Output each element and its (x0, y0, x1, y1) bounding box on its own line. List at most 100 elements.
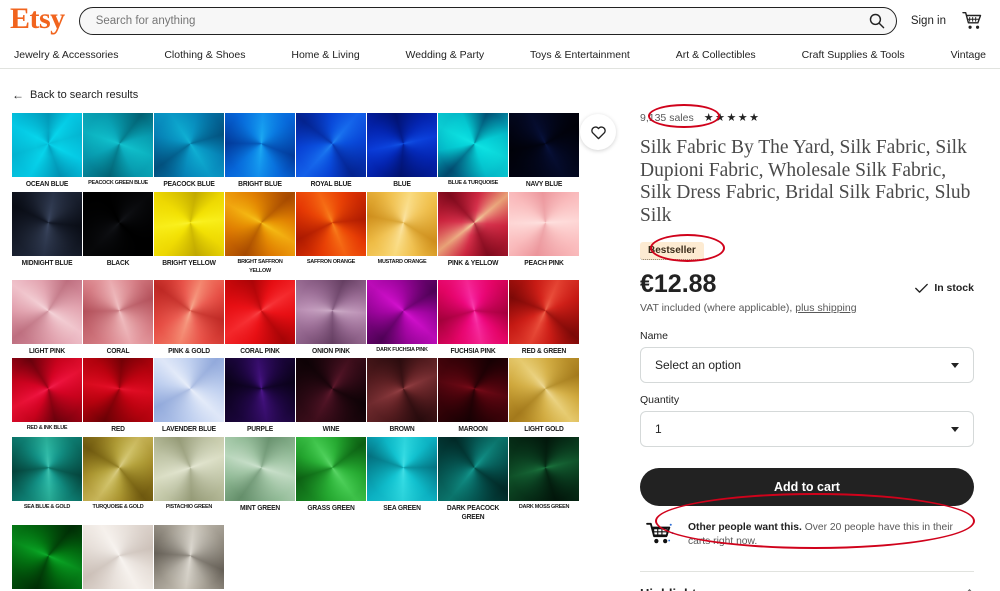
swatch-thumbnail (154, 279, 224, 344)
color-swatch[interactable]: GREY (154, 524, 224, 591)
back-to-search-results-link[interactable]: ← Back to search results (12, 89, 138, 101)
highlights-title: Highlights (640, 586, 704, 591)
page-title: Silk Fabric By The Yard, Silk Fabric, Si… (640, 137, 971, 226)
swatch-label: TURQUOISE & GOLD (92, 503, 144, 510)
nav-item-jewelry-accessories[interactable]: Jewelry & Accessories (14, 49, 118, 61)
color-swatch[interactable]: MIDNIGHT BLUE (12, 191, 82, 280)
nav-item-craft-supplies-tools[interactable]: Craft Supplies & Tools (802, 49, 905, 61)
swatch-label: BRIGHT YELLOW (162, 257, 216, 267)
swatch-thumbnail (296, 113, 366, 177)
back-bar: ← Back to search results (0, 69, 1000, 109)
color-swatch[interactable]: RED & GREEN (509, 279, 579, 359)
nav-item-toys-entertainment[interactable]: Toys & Entertainment (530, 49, 630, 61)
color-swatch[interactable]: RED & INK BLUE (12, 358, 82, 437)
color-swatch[interactable]: BLUE & TURQUOISE (438, 113, 508, 192)
color-swatch[interactable]: ROYAL BLUE (296, 113, 366, 192)
nav-item-vintage[interactable]: Vintage (951, 49, 986, 61)
swatch-thumbnail (12, 113, 82, 177)
chevron-down-icon (951, 362, 959, 368)
color-swatch[interactable]: DARK MOSS GREEN (509, 436, 579, 525)
color-swatch[interactable]: MAROON (438, 358, 508, 437)
plus-shipping-link[interactable]: plus shipping (795, 302, 856, 314)
status-badge[interactable]: Bestseller (640, 242, 704, 260)
swatch-label: SAFFRON ORANGE (306, 258, 356, 265)
color-swatch[interactable]: DARK FUCHSIA PINK (367, 279, 437, 359)
cart-button[interactable] (960, 8, 986, 34)
swatch-label: CORAL PINK (240, 345, 280, 355)
check-icon (915, 283, 929, 293)
color-swatch[interactable]: PURPLE (225, 358, 295, 437)
nav-item-wedding-party[interactable]: Wedding & Party (406, 49, 485, 61)
color-swatch[interactable]: CORAL (83, 279, 153, 359)
stock-status: In stock (915, 282, 974, 297)
site-header: Etsy Sign in (0, 0, 1000, 41)
name-select[interactable]: Select an option (640, 347, 974, 383)
color-swatch[interactable]: DARK PEACOCK GREEN (438, 436, 508, 525)
color-swatch[interactable]: BRIGHT YELLOW (154, 191, 224, 280)
favorite-button[interactable] (580, 114, 616, 150)
chevron-down-icon (951, 426, 959, 432)
quantity-select[interactable]: 1 (640, 411, 974, 447)
color-swatch[interactable]: SAFFRON ORANGE (296, 191, 366, 280)
highlights-section-header[interactable]: Highlights (640, 571, 976, 591)
product-gallery: OCEAN BLUE PEACOCK GREEN BLUE PEACOCK BLUE… (0, 109, 640, 591)
color-swatch[interactable]: NAVY BLUE (509, 113, 579, 192)
color-swatch[interactable]: TURQUOISE & GOLD (83, 436, 153, 525)
swatch-thumbnail (296, 436, 366, 501)
star-rating[interactable]: ★★★★★ (704, 112, 761, 124)
swatch-thumbnail (438, 191, 508, 256)
urgency-banner: Other people want this. Over 20 people h… (640, 519, 974, 549)
swatch-thumbnail (83, 436, 153, 501)
nav-item-art-collectibles[interactable]: Art & Collectibles (676, 49, 756, 61)
color-swatch[interactable]: PISTACHIO GREEN (154, 436, 224, 525)
etsy-logo[interactable]: Etsy (10, 4, 65, 37)
search-input[interactable] (78, 6, 897, 35)
color-swatch[interactable]: BRIGHT BLUE (225, 113, 295, 192)
color-swatch[interactable]: FOREST GREEN (12, 524, 82, 591)
vat-text: VAT included (where applicable), (640, 302, 796, 314)
color-swatch[interactable]: PINK & YELLOW (438, 191, 508, 280)
swatch-thumbnail (83, 113, 153, 177)
color-swatch[interactable]: SEA BLUE & GOLD (12, 436, 82, 525)
color-swatch[interactable]: SEA GREEN (367, 436, 437, 525)
color-swatch[interactable]: LAVENDER BLUE (154, 358, 224, 437)
color-swatch[interactable]: IVORY (83, 524, 153, 591)
color-swatch[interactable]: OCEAN BLUE (12, 113, 82, 192)
color-swatch[interactable]: LIGHT PINK (12, 279, 82, 359)
color-swatch[interactable]: PEACH PINK (509, 191, 579, 280)
swatch-label: LAVENDER BLUE (162, 424, 216, 433)
swatch-thumbnail (154, 191, 224, 256)
color-swatch[interactable]: BLACK (83, 191, 153, 280)
swatch-thumbnail (154, 113, 224, 177)
color-swatch[interactable]: ONION PINK (296, 279, 366, 359)
color-swatch[interactable]: MINT GREEN (225, 436, 295, 525)
arrow-left-icon: ← (12, 88, 24, 102)
color-swatch[interactable]: FUCHSIA PINK (438, 279, 508, 359)
color-swatch[interactable]: PEACOCK GREEN BLUE (83, 113, 153, 192)
color-swatch[interactable]: RED (83, 358, 153, 437)
sales-count[interactable]: 9,135 sales (640, 112, 694, 124)
add-to-cart-button[interactable]: Add to cart (640, 468, 974, 506)
swatch-label: PINK & YELLOW (447, 257, 499, 267)
color-swatch[interactable]: WINE (296, 358, 366, 437)
swatch-label: OCEAN BLUE (25, 179, 69, 188)
color-swatch[interactable]: MUSTARD ORANGE (367, 191, 437, 280)
nav-item-home-living[interactable]: Home & Living (291, 49, 359, 61)
nav-item-clothing-shoes[interactable]: Clothing & Shoes (164, 49, 245, 61)
color-swatch[interactable]: BRIGHT SAFFRON YELLOW (225, 191, 295, 280)
color-swatch[interactable]: LIGHT GOLD (509, 358, 579, 437)
color-swatch[interactable]: PINK & GOLD (154, 279, 224, 359)
quantity-select-value: 1 (655, 422, 662, 436)
search-container (78, 6, 897, 35)
swatch-thumbnail (296, 279, 366, 344)
search-button[interactable] (865, 9, 889, 33)
swatch-label: PURPLE (246, 424, 274, 433)
color-swatch[interactable]: BROWN (367, 358, 437, 437)
color-swatch[interactable]: BLUE (367, 113, 437, 192)
swatch-label: PISTACHIO GREEN (165, 503, 213, 510)
color-swatch[interactable]: CORAL PINK (225, 279, 295, 359)
sign-in-link[interactable]: Sign in (911, 15, 946, 27)
color-swatch[interactable]: PEACOCK BLUE (154, 113, 224, 192)
color-swatch[interactable]: GRASS GREEN (296, 436, 366, 525)
swatch-label: SEA GREEN (383, 502, 421, 512)
